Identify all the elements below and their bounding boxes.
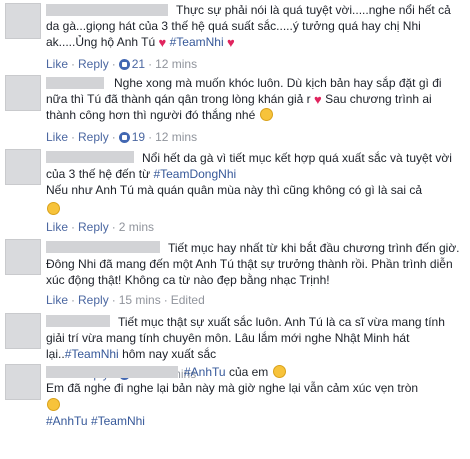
comment-text: Tiết mục thật sự xuất sắc luôn. Anh Tú l… bbox=[46, 314, 462, 362]
comment-body-continued: hôm nay xuất sắc bbox=[122, 347, 217, 361]
kissing-face-emoji-icon bbox=[259, 108, 273, 121]
comment-text: Nghe xong mà muốn khóc luôn. Dù kịch bản… bbox=[46, 75, 462, 123]
reply-button[interactable]: Reply bbox=[78, 130, 109, 144]
edited-label[interactable]: Edited bbox=[171, 293, 205, 307]
comment-text: Tiết mục hay nhất từ khi bắt đầu chương … bbox=[46, 240, 462, 288]
avatar[interactable] bbox=[5, 3, 41, 39]
hugging-face-emoji-icon bbox=[47, 202, 60, 215]
hashtag-link[interactable]: #TeamDongNhi bbox=[153, 167, 236, 181]
like-count-icon bbox=[118, 132, 130, 143]
comment-actions: Like · Reply · 15 mins · Edited bbox=[46, 293, 205, 307]
timestamp[interactable]: 12 mins bbox=[155, 130, 197, 144]
comment-body: Nổi hết da gà vì tiết mục kết hợp quá xu… bbox=[46, 151, 452, 181]
reply-button[interactable]: Reply bbox=[78, 220, 109, 234]
like-button[interactable]: Like bbox=[46, 293, 68, 307]
avatar[interactable] bbox=[5, 239, 41, 275]
reply-button[interactable]: Reply bbox=[78, 293, 109, 307]
timestamp[interactable]: 2 mins bbox=[119, 220, 154, 234]
comment-body-continued: Em đã nghe đi nghe lại bản này mà giờ ng… bbox=[46, 381, 419, 395]
avatar[interactable] bbox=[5, 313, 41, 349]
comment-body-continued: Nếu như Anh Tú mà quán quân mùa này thì … bbox=[46, 183, 423, 197]
like-count[interactable]: 19 bbox=[132, 130, 145, 144]
heart-emoji-icon: ♥ bbox=[314, 92, 322, 107]
avatar[interactable] bbox=[5, 149, 41, 185]
comment-actions: Like · Reply · 2 mins bbox=[46, 220, 155, 234]
hashtag-link[interactable]: #AnhTu bbox=[184, 365, 226, 379]
heart-emoji-icon: ♥ bbox=[226, 35, 235, 50]
timestamp[interactable]: 15 mins bbox=[119, 293, 161, 307]
comment-text: Nổi hết da gà vì tiết mục kết hợp quá xu… bbox=[46, 150, 462, 217]
like-button[interactable]: Like bbox=[46, 57, 68, 71]
kissing-face-emoji-icon bbox=[272, 365, 286, 378]
like-count-icon bbox=[118, 59, 130, 70]
like-button[interactable]: Like bbox=[46, 130, 68, 144]
like-count[interactable]: 21 bbox=[132, 57, 145, 71]
avatar[interactable] bbox=[5, 364, 41, 400]
hashtag-link[interactable]: #AnhTu bbox=[46, 414, 88, 428]
hashtag-link[interactable]: #TeamNhi bbox=[65, 347, 119, 361]
hashtag-link[interactable]: #TeamNhi bbox=[91, 414, 145, 428]
comment-text: #AnhTu của em Em đã nghe đi nghe lại bản… bbox=[46, 364, 462, 429]
heart-emoji-icon: ♥ bbox=[158, 35, 167, 50]
comment-text: Thực sự phải nói là quá tuyệt vời.....ng… bbox=[46, 2, 462, 50]
comment-body: Tiết mục hay nhất từ khi bắt đầu chương … bbox=[46, 241, 460, 287]
comment-body: của em bbox=[228, 365, 269, 379]
comment-actions: Like · Reply · 19 · 12 mins bbox=[46, 130, 198, 144]
reply-button[interactable]: Reply bbox=[78, 57, 109, 71]
comment-body: Thực sự phải nói là quá tuyệt vời.....ng… bbox=[46, 3, 451, 49]
avatar[interactable] bbox=[5, 75, 41, 111]
heart-eyes-emoji-icon bbox=[47, 398, 60, 411]
hashtag-link[interactable]: #TeamNhi bbox=[170, 35, 224, 49]
timestamp[interactable]: 12 mins bbox=[155, 57, 197, 71]
like-button[interactable]: Like bbox=[46, 220, 68, 234]
comment-actions: Like · Reply · 21 · 12 mins bbox=[46, 57, 198, 71]
